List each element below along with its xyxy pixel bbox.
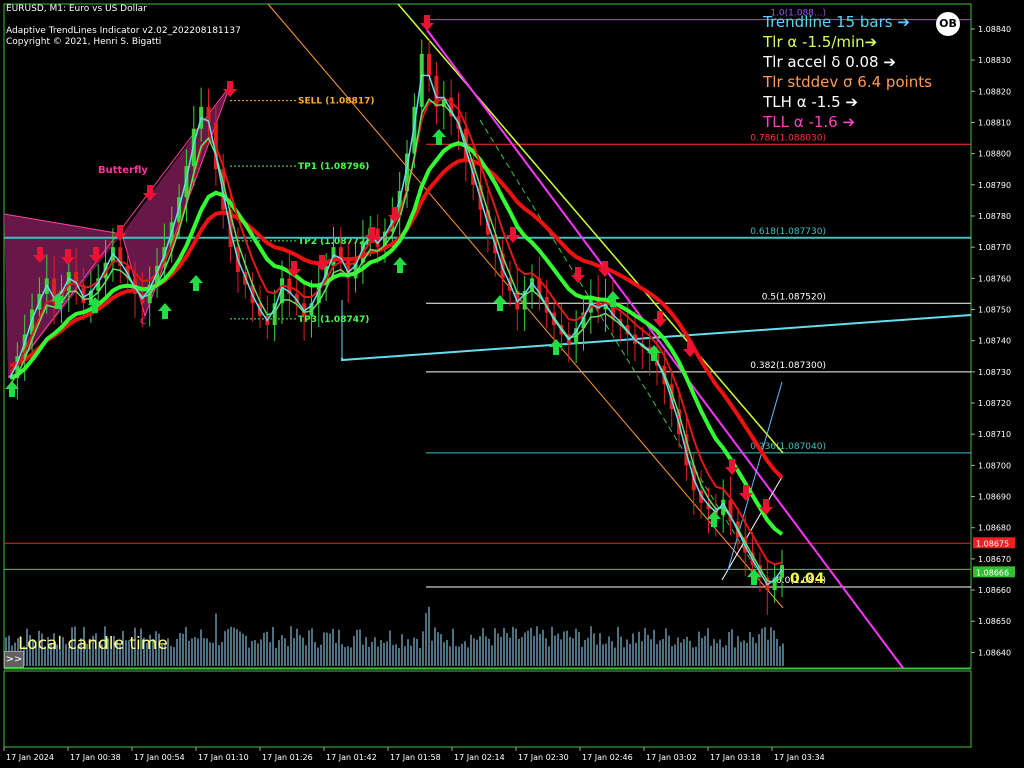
pattern-level-label: SELL (1.08817) (298, 97, 374, 107)
y-tick-label: 1.08730 (978, 368, 1011, 377)
y-tick-label: 1.08640 (978, 648, 1011, 657)
y-tick-label: 1.08700 (978, 461, 1011, 470)
y-tick-label: 1.08770 (978, 243, 1011, 252)
fib-level-label: 0.382(1.087300) (750, 361, 826, 371)
pattern-name-label: Butterfly (98, 165, 148, 176)
info-tlh-alpha: TLH α -1.5 ➔ (763, 93, 858, 111)
x-tick-label: 17 Jan 03:18 (710, 753, 761, 762)
bull-arrow-icon (707, 511, 721, 527)
fib-level-label: 0.5(1.087520) (762, 292, 826, 302)
ma-cyan (9, 74, 783, 586)
y-tick-label: 1.08830 (978, 56, 1011, 65)
candles (15, 39, 784, 615)
fib-level-label: 0.618(1.087730) (750, 227, 826, 237)
pattern-point-c-label: C (140, 317, 146, 327)
bear-arrow-icon (739, 485, 753, 501)
info-tlr-accel: Tlr accel δ 0.08 ➔ (763, 53, 896, 71)
info-tlr-alpha: Tlr α -1.5/min➔ (763, 33, 878, 51)
bear-arrow-icon (683, 341, 697, 357)
trend-mid-line (397, 3, 784, 454)
y-tick-label: 1.08660 (978, 586, 1011, 595)
butterfly-wing-right (122, 86, 230, 316)
y-tick-label: 1.08780 (978, 212, 1011, 221)
x-tick-label: 17 Jan 00:54 (134, 753, 185, 762)
bid-price-label: 1.08675 (976, 539, 1009, 548)
bear-arrow-icon (420, 15, 434, 31)
pattern-level-label: TP3 (1.08747) (298, 315, 369, 325)
x-tick-label: 17 Jan 01:26 (262, 753, 313, 762)
y-tick-label: 1.08760 (978, 274, 1011, 283)
y-tick-label: 1.08670 (978, 555, 1011, 564)
bull-arrow-icon (432, 129, 446, 145)
ma-thick-green (9, 141, 784, 536)
broker-logo-icon: OB (936, 12, 960, 36)
bull-arrow-icon (158, 303, 172, 319)
y-tick-label: 1.08790 (978, 181, 1011, 190)
x-tick-label: 17 Jan 00:38 (70, 753, 121, 762)
y-tick-label: 1.08740 (978, 337, 1011, 346)
y-tick-label: 1.08840 (978, 25, 1011, 34)
y-tick-label: 1.08810 (978, 118, 1011, 127)
indicator-title: Adaptive TrendLines Indicator v2.02_2022… (6, 26, 241, 36)
x-tick-label: 17 Jan 01:42 (326, 753, 377, 762)
scroll-to-end-button[interactable]: >> (4, 651, 24, 668)
y-tick-label: 1.08710 (978, 430, 1011, 439)
overlay-value-label: 0.04 (790, 571, 825, 587)
x-tick-label: 17 Jan 02:30 (518, 753, 569, 762)
bull-arrow-icon (493, 295, 507, 311)
fib-level-label: 0.786(1.088030) (750, 133, 826, 143)
local-time-label: Local candle time (18, 634, 168, 654)
y-tick-label: 1.08750 (978, 306, 1011, 315)
ask-price-label: 1.08666 (976, 568, 1009, 577)
y-tick-label: 1.08690 (978, 493, 1011, 502)
y-tick-label: 1.08800 (978, 150, 1011, 159)
x-tick-label: 17 Jan 03:02 (646, 753, 697, 762)
x-tick-label: 17 Jan 2024 (6, 753, 54, 762)
y-tick-label: 1.08680 (978, 524, 1011, 533)
info-panel: Trendline 15 bars ➔ Tlr α -1.5/min➔ Tlr … (763, 12, 932, 132)
x-tick-label: 17 Jan 01:58 (390, 753, 441, 762)
pattern-level-label: TP1 (1.08796) (298, 162, 369, 172)
bull-arrow-icon (549, 339, 563, 355)
x-tick-label: 17 Jan 02:14 (454, 753, 505, 762)
copyright-text: Copyright © 2021, Henri S. Bigatti (6, 37, 162, 47)
bear-arrow-icon (653, 311, 667, 327)
info-tlr-stddev: Tlr stddev σ 6.4 points (763, 73, 932, 91)
bull-arrow-icon (393, 257, 407, 273)
symbol-title: EURUSD, M1: Euro vs US Dollar (6, 4, 147, 14)
y-tick-label: 1.08650 (978, 617, 1011, 626)
x-tick-label: 17 Jan 01:10 (198, 753, 249, 762)
info-tll-alpha: TLL α -1.6 ➔ (763, 113, 856, 131)
y-tick-label: 1.08720 (978, 399, 1011, 408)
moving-averages (9, 74, 784, 586)
bear-arrow-icon (571, 267, 585, 283)
y-tick-label: 1.08820 (978, 87, 1011, 96)
sub-panel-border (3, 670, 972, 748)
bull-arrow-icon (189, 275, 203, 291)
candle-body (427, 53, 432, 76)
x-tick-label: 17 Jan 03:34 (774, 753, 825, 762)
info-trendline-bars: Trendline 15 bars ➔ (763, 13, 910, 31)
x-tick-label: 17 Jan 02:46 (582, 753, 633, 762)
